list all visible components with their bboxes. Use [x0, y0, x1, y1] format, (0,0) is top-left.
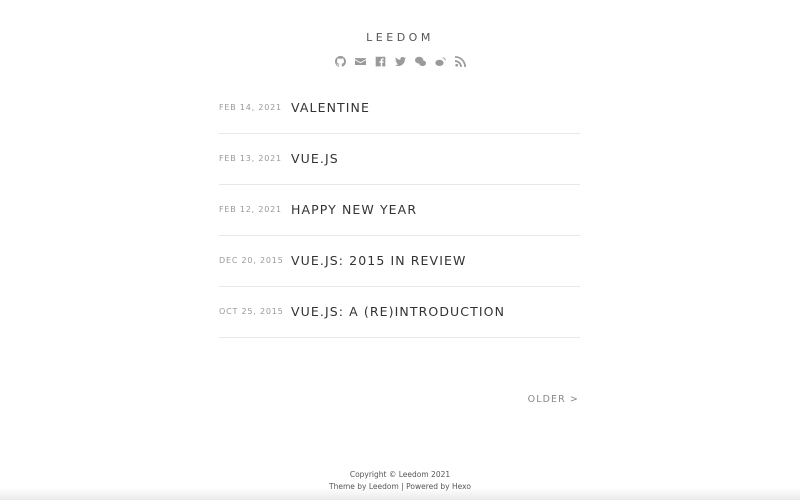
social-links	[0, 55, 800, 67]
post-date: DEC 20, 2015	[219, 256, 284, 265]
wechat-icon[interactable]	[414, 55, 426, 67]
bottom-scroll-shadow	[0, 488, 800, 500]
twitter-icon[interactable]	[394, 55, 406, 67]
post-title-link[interactable]: VUE.JS: 2015 IN REVIEW	[291, 253, 466, 268]
mail-icon[interactable]	[354, 55, 366, 67]
copyright-text: Copyright © Leedom 2021	[349, 470, 451, 479]
post-date: FEB 12, 2021	[219, 205, 282, 214]
weibo-icon[interactable]	[434, 55, 446, 67]
post-item: FEB 14, 2021 VALENTINE	[219, 83, 580, 134]
facebook-icon[interactable]	[374, 55, 386, 67]
post-item: FEB 13, 2021 VUE.JS	[219, 134, 580, 185]
page: LEEDOM FEB 14, 2021 VALENTINE FEB 13, 20…	[0, 0, 800, 500]
post-title-link[interactable]: VUE.JS	[291, 151, 339, 166]
post-date: FEB 13, 2021	[219, 154, 282, 163]
post-item: OCT 25, 2015 VUE.JS: A (RE)INTRODUCTION	[219, 287, 580, 338]
post-list: FEB 14, 2021 VALENTINE FEB 13, 2021 VUE.…	[219, 83, 580, 338]
post-date: FEB 14, 2021	[219, 103, 282, 112]
older-posts-link[interactable]: OLDER >	[528, 394, 579, 405]
post-title-link[interactable]: VALENTINE	[291, 100, 370, 115]
post-date: OCT 25, 2015	[219, 307, 284, 316]
rss-icon[interactable]	[454, 55, 466, 67]
github-icon[interactable]	[334, 55, 346, 67]
post-item: FEB 12, 2021 HAPPY NEW YEAR	[219, 185, 580, 236]
post-title-link[interactable]: VUE.JS: A (RE)INTRODUCTION	[291, 304, 505, 319]
post-item: DEC 20, 2015 VUE.JS: 2015 IN REVIEW	[219, 236, 580, 287]
site-title-link[interactable]: LEEDOM	[0, 31, 800, 44]
post-title-link[interactable]: HAPPY NEW YEAR	[291, 202, 417, 217]
